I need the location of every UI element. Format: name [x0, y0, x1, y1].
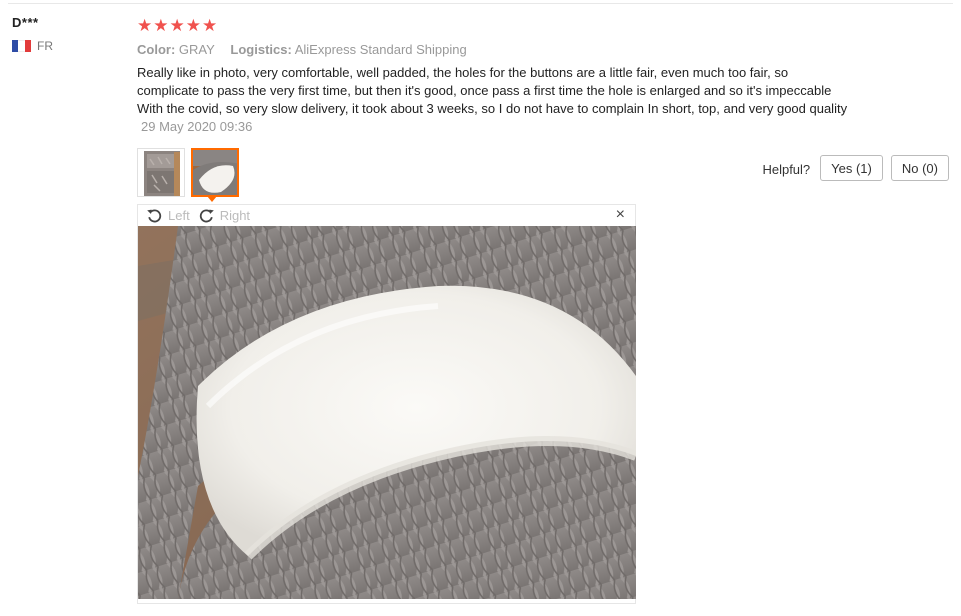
photo-viewer-toolbar: Left Right × — [138, 205, 635, 226]
selected-thumbnail-caret — [207, 196, 217, 202]
photo-thumbnails — [137, 148, 239, 197]
review-photo — [138, 226, 636, 599]
photo-viewer: Left Right × — [137, 204, 636, 604]
star-icon: ★ — [137, 16, 153, 35]
helpful-label: Helpful? — [762, 161, 811, 177]
star-rating: ★ ★ ★ ★ ★ — [137, 16, 857, 36]
review-date: 29 May 2020 09:36 — [141, 119, 253, 134]
reviewer-info: D*** FR — [12, 15, 122, 53]
star-icon: ★ — [202, 16, 218, 35]
helpful-votes: Helpful? Yes (1) No (0) — [762, 155, 949, 181]
rotate-left-label: Left — [168, 208, 190, 223]
review-text: Really like in photo, very comfortable, … — [137, 65, 848, 116]
star-icon: ★ — [153, 16, 169, 35]
helpful-yes-button[interactable]: Yes (1) — [820, 155, 883, 181]
close-icon[interactable]: × — [616, 206, 625, 224]
reviewer-country: FR — [12, 39, 122, 53]
divider — [8, 3, 953, 4]
review-body: ★ ★ ★ ★ ★ Color: GRAY Logistics: AliExpress … — [137, 16, 857, 136]
rotate-right-button[interactable]: Right — [198, 208, 250, 223]
review-text-block: Really like in photo, very comfortable, … — [137, 64, 852, 136]
rotate-right-icon — [199, 209, 214, 223]
star-icon: ★ — [169, 16, 185, 35]
rotate-left-button[interactable]: Left — [146, 208, 190, 223]
logistics-value: AliExpress Standard Shipping — [294, 42, 467, 57]
color-value: GRAY — [178, 42, 215, 57]
review-meta: Color: GRAY Logistics: AliExpress Standa… — [137, 42, 857, 57]
reviewer-name: D*** — [12, 15, 39, 30]
rotate-left-icon — [147, 209, 162, 223]
photo-thumbnail-1[interactable] — [137, 148, 185, 197]
color-label: Color: — [137, 42, 176, 57]
photo-thumbnail-2[interactable] — [191, 148, 239, 197]
star-icon: ★ — [185, 16, 201, 35]
country-code: FR — [37, 39, 53, 53]
rotate-right-label: Right — [219, 208, 251, 223]
logistics-label: Logistics: — [230, 42, 292, 57]
france-flag-icon — [12, 40, 31, 52]
helpful-no-button[interactable]: No (0) — [890, 155, 949, 181]
